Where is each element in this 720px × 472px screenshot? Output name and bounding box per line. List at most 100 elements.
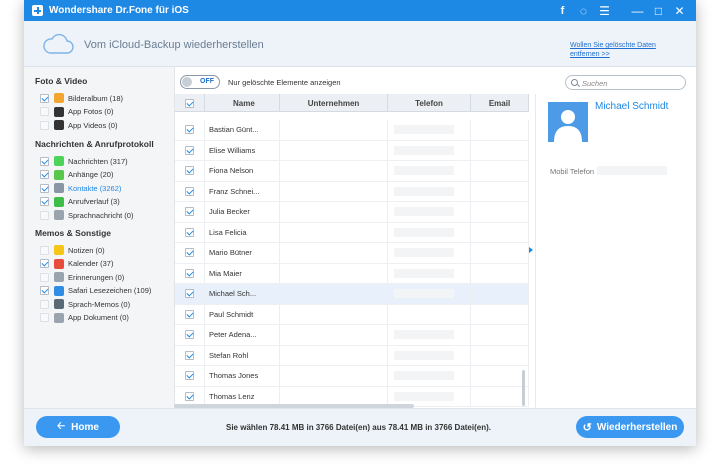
row-checkbox-cell[interactable]: [175, 202, 205, 222]
row-checkbox[interactable]: [185, 125, 194, 135]
row-checkbox-cell[interactable]: [175, 181, 205, 201]
sidebar-item[interactable]: Bilderalbum (18): [40, 92, 123, 104]
row-checkbox-cell[interactable]: [175, 222, 205, 242]
sidebar-item-checkbox[interactable]: [40, 259, 49, 268]
search-icon: [571, 79, 578, 86]
close-icon[interactable]: ✕: [669, 0, 690, 21]
email-cell: [471, 304, 529, 324]
table-row[interactable]: Fiona Nelson: [175, 161, 529, 182]
sidebar-item[interactable]: Nachrichten (317): [40, 155, 128, 167]
sidebar-item[interactable]: Anhänge (20): [40, 169, 113, 181]
sidebar-item[interactable]: Sprach-Memos (0): [40, 298, 130, 310]
table-row[interactable]: Julia Becker: [175, 202, 529, 223]
row-checkbox-cell[interactable]: [175, 325, 205, 345]
row-checkbox[interactable]: [185, 186, 194, 196]
sidebar-item-checkbox[interactable]: [40, 245, 49, 255]
redacted-phone: [394, 125, 454, 134]
menu-icon[interactable]: ☰: [594, 0, 615, 21]
row-checkbox[interactable]: [185, 391, 194, 401]
delete-data-link[interactable]: Wollen Sie gelöschte Daten entfernen >>: [570, 41, 680, 59]
sidebar-item[interactable]: App Fotos (0): [40, 106, 113, 118]
table-row[interactable]: Mario Bütner: [175, 243, 529, 264]
deleted-only-toggle[interactable]: OFF: [180, 75, 220, 89]
row-checkbox-cell[interactable]: [175, 304, 205, 324]
sidebar-item-checkbox[interactable]: [40, 299, 49, 309]
row-checkbox[interactable]: [185, 309, 194, 319]
table-row[interactable]: Michael Sch...: [175, 284, 529, 305]
sidebar-item[interactable]: Anrufverlauf (3): [40, 196, 120, 208]
sidebar-item[interactable]: Sprachnachricht (0): [40, 209, 133, 221]
phone-cell: [388, 140, 471, 160]
sidebar-item-checkbox[interactable]: [40, 183, 49, 193]
sidebar-item[interactable]: Kalender (37): [40, 258, 113, 270]
restore-icon: ↺: [582, 421, 592, 434]
contact-name-cell: Fiona Nelson: [205, 161, 280, 181]
home-button[interactable]: 🡠 Home: [36, 416, 120, 438]
row-checkbox[interactable]: [185, 248, 194, 258]
row-checkbox[interactable]: [185, 371, 194, 381]
contact-name-cell: Peter Adena...: [205, 325, 280, 345]
column-header-phone[interactable]: Telefon: [388, 94, 471, 112]
maximize-icon[interactable]: □: [648, 0, 669, 21]
sidebar-item-checkbox[interactable]: [40, 107, 49, 116]
table-row[interactable]: Paul Schmidt: [175, 304, 529, 325]
row-checkbox-cell[interactable]: [175, 140, 205, 160]
column-header-name[interactable]: Name: [205, 94, 280, 112]
table-row[interactable]: Mia Maier: [175, 263, 529, 284]
select-all-checkbox[interactable]: [185, 98, 194, 108]
sidebar-item-checkbox[interactable]: [40, 197, 49, 206]
row-checkbox-cell[interactable]: [175, 243, 205, 263]
facebook-icon[interactable]: f: [552, 0, 573, 21]
sidebar-item-checkbox[interactable]: [40, 120, 49, 130]
sidebar-item-checkbox[interactable]: [40, 156, 49, 166]
select-all-cell[interactable]: [175, 94, 205, 112]
sidebar-item-checkbox[interactable]: [40, 272, 49, 282]
row-checkbox[interactable]: [185, 330, 194, 340]
sidebar-item[interactable]: App Videos (0): [40, 119, 117, 131]
table-row[interactable]: Thomas Jones: [175, 366, 529, 387]
row-checkbox-cell[interactable]: [175, 161, 205, 181]
restore-button[interactable]: ↺ Wiederherstellen: [576, 416, 684, 438]
sidebar-item-checkbox[interactable]: [40, 286, 49, 295]
sidebar-item-checkbox[interactable]: [40, 170, 49, 179]
sidebar-item-label: Kalender (37): [68, 259, 114, 268]
table-row[interactable]: Lisa Felicia: [175, 222, 529, 243]
vertical-scrollbar[interactable]: [522, 370, 525, 406]
row-checkbox[interactable]: [185, 289, 194, 299]
pane-arrow-icon[interactable]: [529, 247, 533, 253]
sidebar-item[interactable]: App Dokument (0): [40, 312, 129, 324]
row-checkbox-cell[interactable]: [175, 345, 205, 365]
row-checkbox-cell[interactable]: [175, 366, 205, 386]
table-row[interactable]: Elise Williams: [175, 140, 529, 161]
column-header-company[interactable]: Unternehmen: [280, 94, 388, 112]
email-cell: [471, 140, 529, 160]
sidebar-item-checkbox[interactable]: [40, 93, 49, 103]
row-checkbox[interactable]: [185, 227, 194, 237]
row-checkbox[interactable]: [185, 207, 194, 217]
row-checkbox-cell[interactable]: [175, 284, 205, 304]
sidebar-item[interactable]: Notizen (0): [40, 244, 105, 256]
sidebar-item[interactable]: Safari Lesezeichen (109): [40, 285, 151, 297]
row-checkbox-cell[interactable]: [175, 120, 205, 140]
feedback-icon[interactable]: ◌: [573, 0, 594, 21]
row-checkbox-cell[interactable]: [175, 263, 205, 283]
company-cell: [280, 263, 388, 283]
row-checkbox[interactable]: [185, 350, 194, 360]
search-input[interactable]: [582, 77, 682, 89]
row-checkbox[interactable]: [185, 166, 194, 176]
category-icon: [54, 169, 64, 180]
minimize-icon[interactable]: —: [627, 0, 648, 21]
table-row[interactable]: Franz Schnei...: [175, 181, 529, 202]
search-box[interactable]: [565, 75, 686, 90]
table-row[interactable]: Bastian Günt...: [175, 120, 529, 141]
table-row[interactable]: Peter Adena...: [175, 325, 529, 346]
sidebar-item-checkbox[interactable]: [40, 313, 49, 322]
row-checkbox[interactable]: [185, 268, 194, 278]
row-checkbox[interactable]: [185, 145, 194, 155]
sidebar-item[interactable]: Kontakte (3262): [40, 182, 121, 194]
sidebar-item-label: Erinnerungen (0): [68, 272, 125, 282]
table-row[interactable]: Stefan Rohl: [175, 345, 529, 366]
column-header-email[interactable]: Email: [471, 94, 529, 112]
sidebar-item[interactable]: Erinnerungen (0): [40, 271, 124, 283]
sidebar-item-checkbox[interactable]: [40, 210, 49, 220]
